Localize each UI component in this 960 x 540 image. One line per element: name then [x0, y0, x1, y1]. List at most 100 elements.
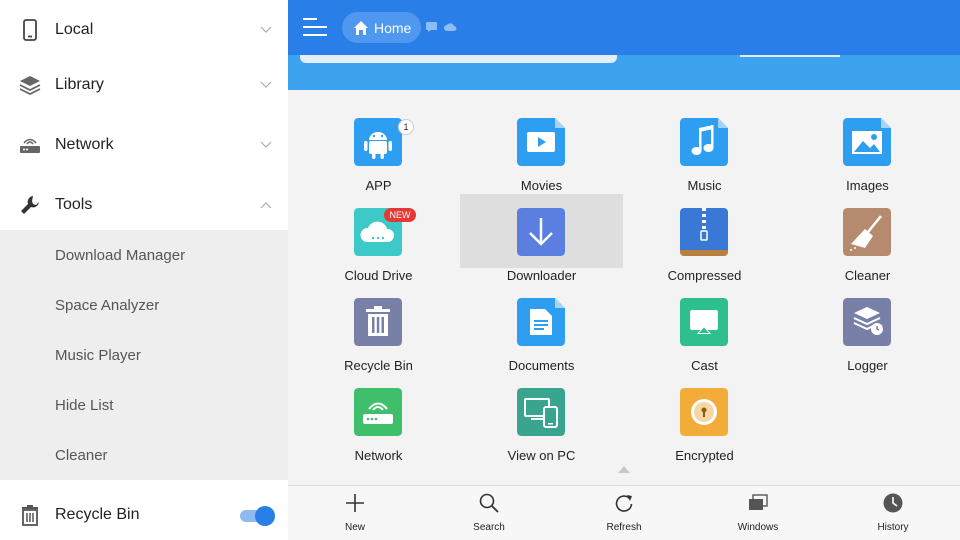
- grid-item-label: Logger: [847, 358, 888, 373]
- windows-label: Windows: [737, 522, 779, 533]
- grid-item-label: Music: [687, 178, 722, 193]
- search-label: Search: [473, 522, 505, 533]
- grid-item-label: Downloader: [506, 268, 577, 283]
- lock-icon: [680, 388, 728, 436]
- new-button[interactable]: New: [310, 486, 400, 540]
- sidebar-subitem-hide-list[interactable]: Hide List: [0, 380, 288, 430]
- refresh-icon: [615, 495, 633, 512]
- grid-item-label: Cast: [691, 358, 718, 373]
- download-icon: [517, 208, 565, 256]
- phone-icon: [23, 19, 37, 41]
- sidebar-item-label: Recycle Bin: [55, 506, 140, 523]
- zip-icon: [680, 208, 728, 256]
- sidebar-subitem-label: Download Manager: [55, 246, 186, 264]
- grid-item-label: Network: [354, 448, 403, 463]
- document-icon: [517, 298, 565, 346]
- sidebar-item-network[interactable]: Network: [0, 115, 288, 175]
- grid-item-label: APP: [365, 178, 392, 193]
- bottom-toolbar: New Search Refresh Windows History: [288, 485, 960, 540]
- grid-item-label: Recycle Bin: [344, 358, 413, 373]
- home-icon: [354, 20, 368, 35]
- sidebar-item-tools[interactable]: Tools: [0, 175, 288, 235]
- grid-item-movies[interactable]: Movies: [460, 104, 623, 193]
- new-label: New: [344, 522, 365, 533]
- storage-banner: [288, 55, 960, 90]
- windows-button[interactable]: Windows: [713, 486, 803, 540]
- grid-item-label: Movies: [520, 178, 563, 193]
- windows-icon: [749, 494, 768, 510]
- tools-grid: 1 APP Movies Music Images NEW Cloud Driv…: [288, 90, 960, 485]
- grid-item-label: Documents: [508, 358, 575, 373]
- collapse-arrow-icon[interactable]: [618, 466, 630, 473]
- plus-icon: [346, 494, 364, 512]
- grid-item-label: Images: [846, 178, 889, 193]
- grid-item-label: Compressed: [667, 268, 742, 283]
- grid-item-cleaner[interactable]: Cleaner: [786, 194, 949, 283]
- home-breadcrumb[interactable]: Home: [342, 12, 421, 43]
- chevron-up-icon: [260, 202, 272, 209]
- sidebar-item-library[interactable]: Library: [0, 55, 288, 115]
- trash-icon: [354, 298, 402, 346]
- view-on-pc-icon: [517, 388, 565, 436]
- music-icon: [680, 118, 728, 166]
- tools-submenu: Download Manager Space Analyzer Music Pl…: [0, 230, 288, 480]
- grid-item-logger[interactable]: Logger: [786, 284, 949, 373]
- grid-item-documents[interactable]: Documents: [460, 284, 623, 373]
- grid-item-app[interactable]: 1 APP: [297, 104, 460, 193]
- recycle-bin-toggle[interactable]: [240, 505, 276, 527]
- clock-icon: [883, 493, 903, 513]
- sidebar-item-label: Network: [55, 136, 114, 153]
- grid-item-cloud-drive[interactable]: NEW Cloud Drive: [297, 194, 460, 283]
- layers-icon: [19, 76, 41, 96]
- search-button[interactable]: Search: [444, 486, 534, 540]
- grid-item-network[interactable]: Network: [297, 374, 460, 463]
- broom-icon: [843, 208, 891, 256]
- sidebar-item-label: Library: [55, 76, 104, 93]
- grid-item-label: Cleaner: [844, 268, 891, 283]
- sidebar-item-label: Local: [55, 21, 94, 38]
- logger-icon: [843, 298, 891, 346]
- menu-icon[interactable]: [303, 16, 327, 38]
- storage-bar-secondary: [740, 55, 840, 57]
- sidebar-subitem-label: Music Player: [55, 346, 141, 364]
- sidebar-subitem-cleaner[interactable]: Cleaner: [0, 430, 288, 480]
- cloud-icon[interactable]: [444, 22, 457, 32]
- chevron-down-icon: [260, 81, 272, 88]
- history-label: History: [877, 522, 909, 533]
- grid-item-recycle-bin[interactable]: Recycle Bin: [297, 284, 460, 373]
- sidebar-subitem-music-player[interactable]: Music Player: [0, 330, 288, 380]
- sidebar-item-local[interactable]: Local: [0, 0, 288, 60]
- grid-item-music[interactable]: Music: [623, 104, 786, 193]
- image-icon: [843, 118, 891, 166]
- grid-item-label: View on PC: [507, 448, 576, 463]
- cast-icon: [680, 298, 728, 346]
- grid-item-view-on-pc[interactable]: View on PC: [460, 374, 623, 463]
- grid-item-downloader[interactable]: Downloader: [460, 194, 623, 283]
- grid-item-label: Cloud Drive: [344, 268, 413, 283]
- storage-bar: [300, 55, 617, 63]
- sidebar: Local Library Network Tools Download Man…: [0, 0, 288, 540]
- new-badge: NEW: [384, 208, 416, 222]
- sidebar-subitem-label: Space Analyzer: [55, 296, 160, 314]
- home-label: Home: [374, 19, 412, 36]
- chevron-down-icon: [260, 26, 272, 33]
- trash-icon: [22, 505, 38, 526]
- sidebar-item-label: Tools: [55, 196, 93, 213]
- grid-item-compressed[interactable]: Compressed: [623, 194, 786, 283]
- router-icon: [354, 388, 402, 436]
- android-icon: [354, 118, 402, 166]
- grid-item-encrypted[interactable]: Encrypted: [623, 374, 786, 463]
- sidebar-subitem-download-manager[interactable]: Download Manager: [0, 230, 288, 280]
- grid-item-images[interactable]: Images: [786, 104, 949, 193]
- sidebar-subitem-label: Cleaner: [55, 446, 108, 464]
- app-badge: 1: [398, 119, 414, 135]
- sidebar-subitem-space-analyzer[interactable]: Space Analyzer: [0, 280, 288, 330]
- history-button[interactable]: History: [848, 486, 938, 540]
- grid-item-cast[interactable]: Cast: [623, 284, 786, 373]
- grid-item-label: Encrypted: [675, 448, 734, 463]
- sidebar-subitem-label: Hide List: [55, 396, 114, 414]
- window-icon[interactable]: [426, 22, 437, 32]
- wrench-icon: [21, 196, 39, 214]
- refresh-button[interactable]: Refresh: [579, 486, 669, 540]
- refresh-label: Refresh: [606, 522, 642, 533]
